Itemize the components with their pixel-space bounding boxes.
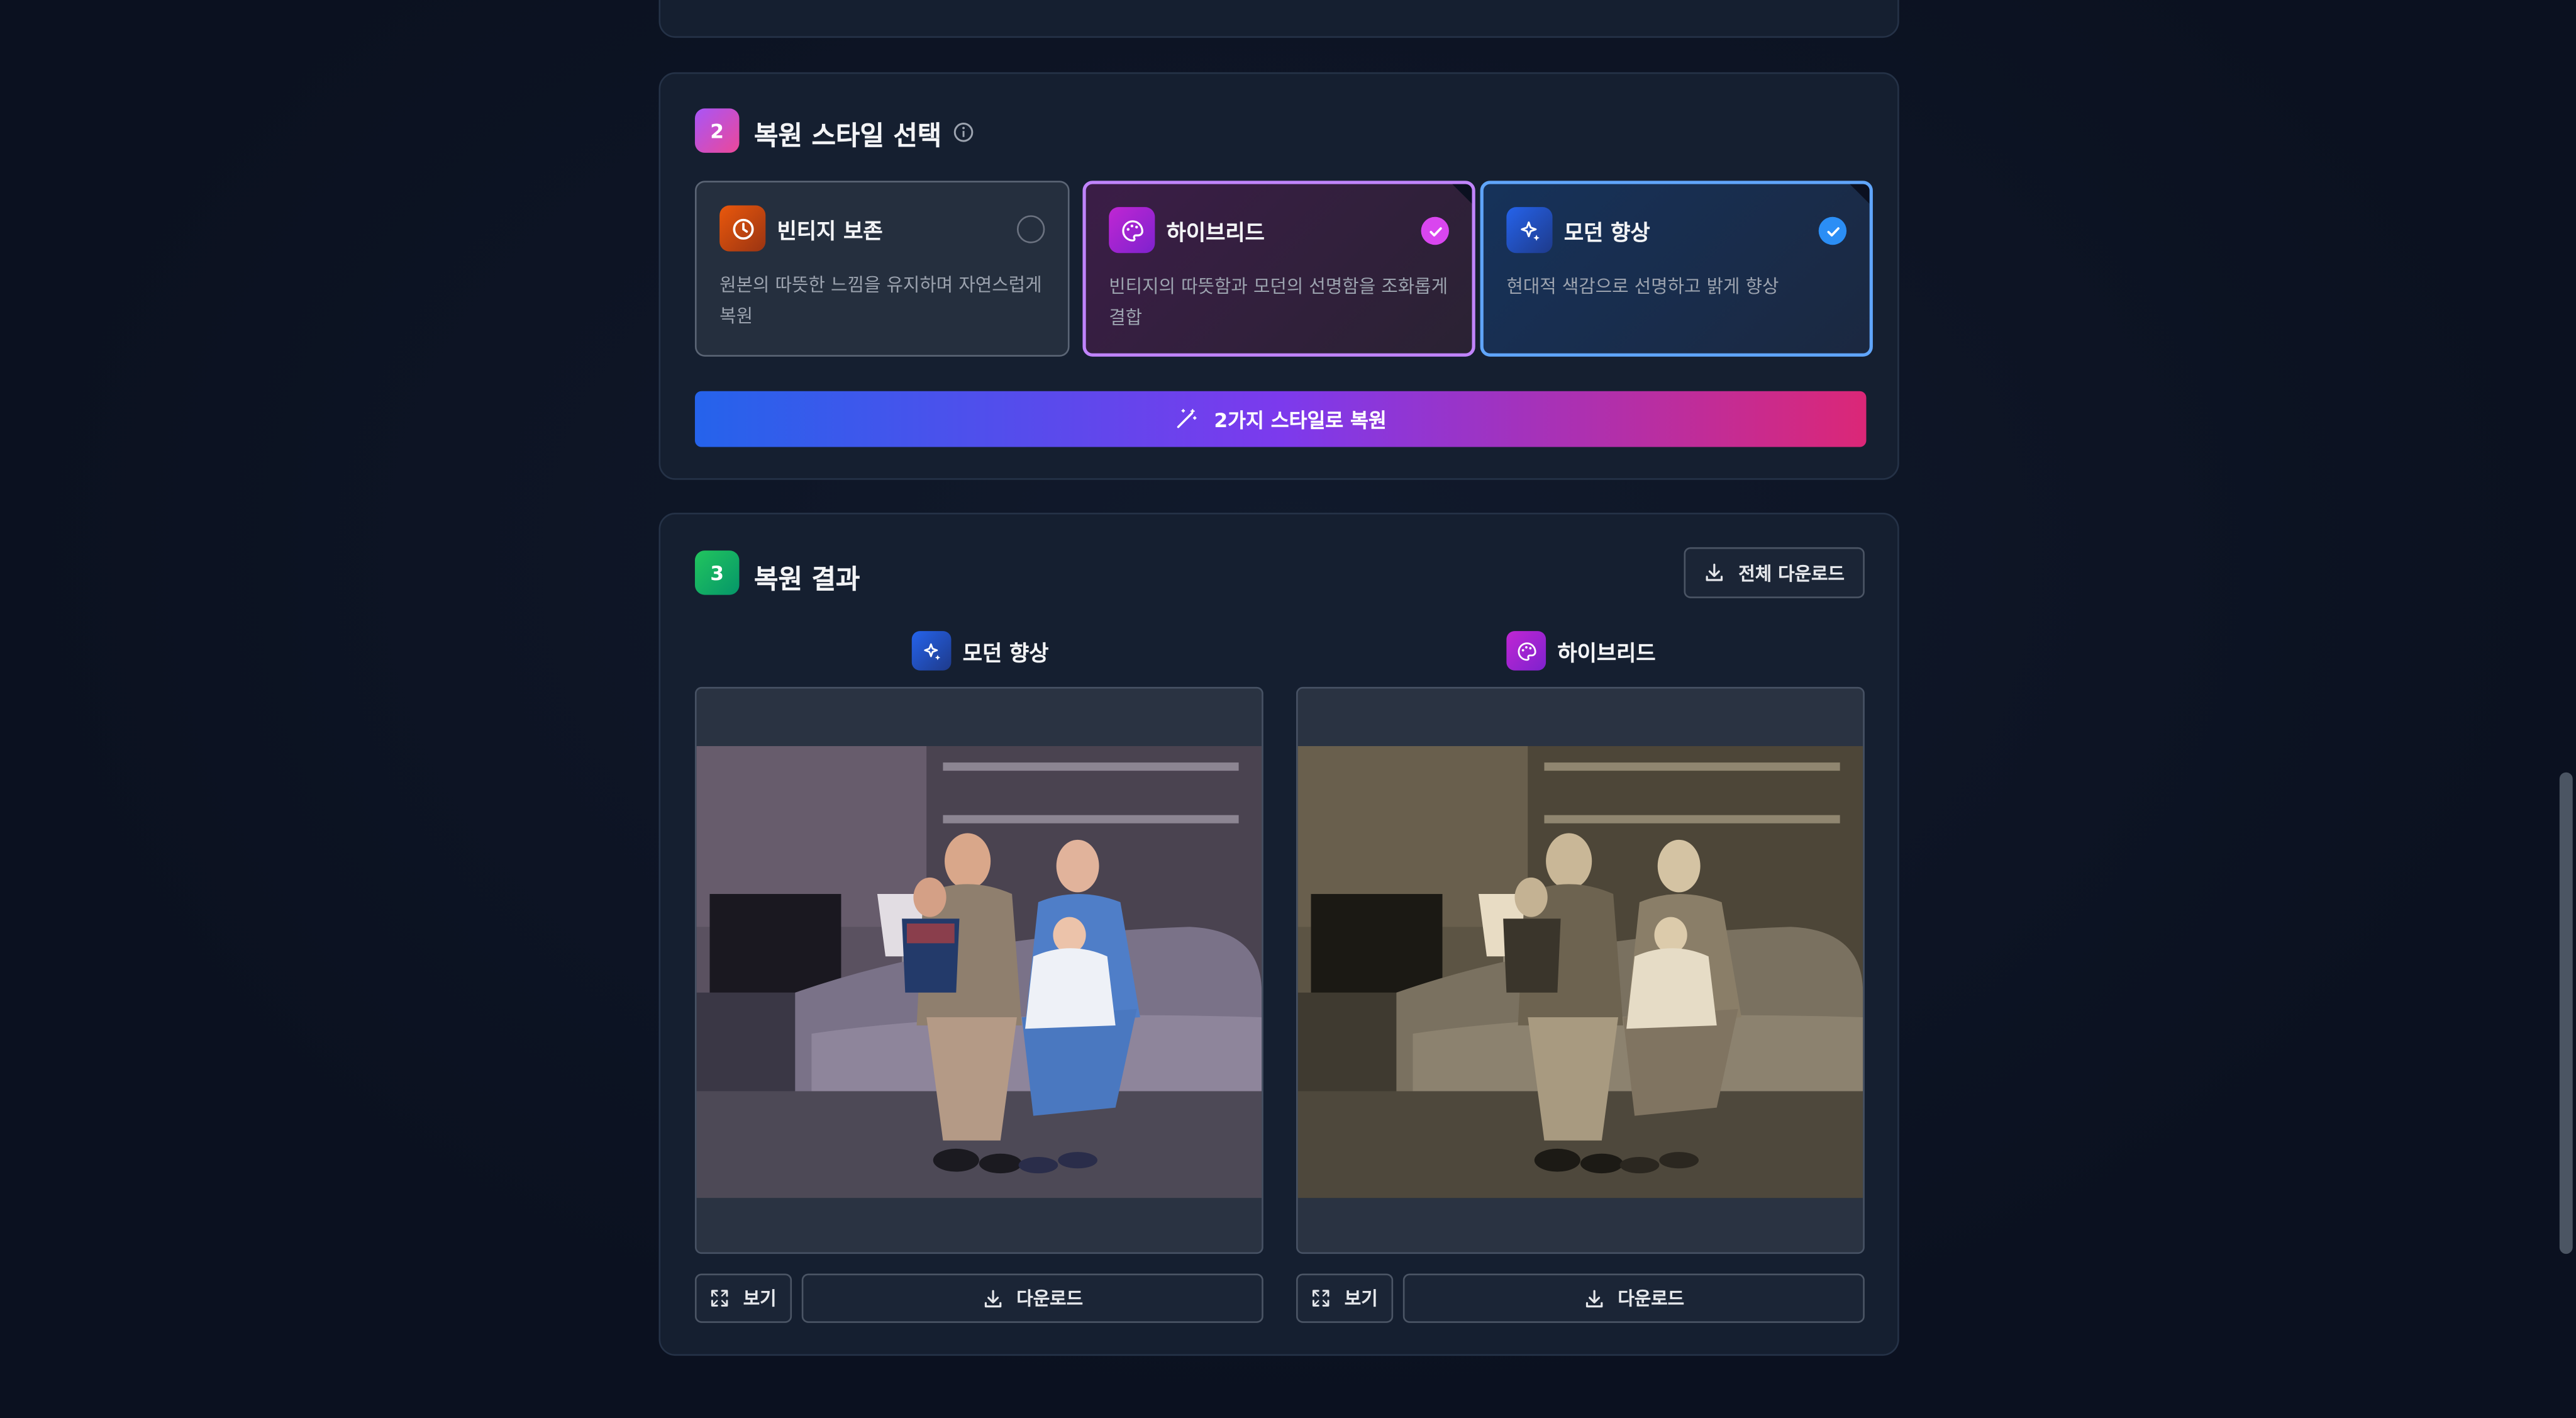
restored-photo-modern <box>696 745 1262 1198</box>
download-label: 다운로드 <box>1618 1288 1685 1310</box>
step-badge-3: 3 <box>694 550 740 595</box>
corner-fold <box>1850 184 1870 204</box>
sparkles-icon <box>911 631 952 671</box>
download-button-hybrid[interactable]: 다운로드 <box>1402 1273 1865 1323</box>
view-label: 보기 <box>1344 1288 1378 1310</box>
style-option-description: 원본의 따뜻한 느낌을 유지하며 자연스럽게 복원 <box>719 274 1042 327</box>
style-option-description: 현대적 색감으로 선명하고 밝게 향상 <box>1506 276 1779 298</box>
check-selected-icon[interactable] <box>1818 216 1847 245</box>
sparkles-icon <box>1506 207 1553 254</box>
result-title-hybrid: 하이브리드 <box>1506 631 1656 671</box>
restore-button[interactable]: 2가지 스타일로 복원 <box>694 391 1867 447</box>
upload-section-card <box>658 0 1899 38</box>
results-card: 3 복원 결과 전체 다운로드 모던 향상 보기 다운로드 하이브리드 보기 다… <box>658 513 1899 1356</box>
style-option-title: 모던 향상 <box>1563 221 1650 247</box>
style-option-vintage[interactable]: 빈티지 보존 원본의 따뜻한 느낌을 유지하며 자연스럽게 복원 <box>694 181 1070 357</box>
expand-icon <box>710 1288 730 1308</box>
view-label: 보기 <box>743 1288 777 1310</box>
clock-icon <box>719 205 766 252</box>
section-title: 복원 결과 <box>753 563 860 595</box>
download-icon <box>1584 1288 1605 1309</box>
style-option-modern[interactable]: 모던 향상 현대적 색감으로 선명하고 밝게 향상 <box>1480 181 1873 357</box>
download-all-button[interactable]: 전체 다운로드 <box>1684 547 1865 598</box>
info-icon[interactable] <box>953 118 974 142</box>
palette-icon <box>1506 631 1546 671</box>
view-button-modern[interactable]: 보기 <box>694 1273 792 1323</box>
download-icon <box>1704 562 1725 583</box>
result-title-modern: 모던 향상 <box>911 631 1049 671</box>
view-button-hybrid[interactable]: 보기 <box>1296 1273 1394 1323</box>
style-option-title: 하이브리드 <box>1166 221 1265 247</box>
palette-icon <box>1109 207 1155 254</box>
radio-unselected[interactable] <box>1016 215 1045 243</box>
corner-fold <box>1452 184 1472 204</box>
result-image-frame-modern[interactable] <box>694 686 1263 1254</box>
restore-button-label: 2가지 스타일로 복원 <box>1214 408 1387 432</box>
result-image-frame-hybrid[interactable] <box>1296 686 1865 1254</box>
section-title: 복원 스타일 선택 <box>753 120 942 152</box>
download-label: 다운로드 <box>1016 1288 1084 1310</box>
result-label: 모던 향상 <box>962 642 1049 667</box>
check-selected-icon[interactable] <box>1421 216 1449 245</box>
download-icon <box>982 1288 1003 1309</box>
step-number: 2 <box>710 119 724 142</box>
app-stage: 2 복원 스타일 선택 빈티지 보존 원본의 따뜻한 느낌을 유지하며 자연스럽… <box>0 0 2576 1418</box>
expand-icon <box>1312 1288 1331 1308</box>
style-option-title: 빈티지 보존 <box>777 220 883 245</box>
download-button-modern[interactable]: 다운로드 <box>801 1273 1263 1323</box>
step-number: 3 <box>710 561 724 584</box>
page-scrollbar[interactable] <box>2559 772 2573 1254</box>
magic-wand-icon <box>1175 408 1198 431</box>
style-selection-card: 2 복원 스타일 선택 빈티지 보존 원본의 따뜻한 느낌을 유지하며 자연스럽… <box>658 72 1899 480</box>
restored-photo-hybrid <box>1297 745 1863 1198</box>
download-all-label: 전체 다운로드 <box>1738 562 1845 584</box>
step-badge-2: 2 <box>694 108 740 153</box>
style-option-hybrid[interactable]: 하이브리드 빈티지의 따뜻함과 모던의 선명함을 조화롭게 결합 <box>1082 181 1475 357</box>
result-label: 하이브리드 <box>1557 642 1656 667</box>
style-option-description: 빈티지의 따뜻함과 모던의 선명함을 조화롭게 결합 <box>1109 276 1448 329</box>
